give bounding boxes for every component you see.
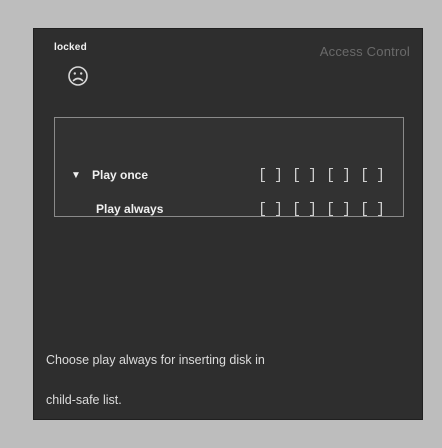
pin-slot[interactable]: [ ] <box>258 167 283 184</box>
pin-slot[interactable]: [ ] <box>292 167 317 184</box>
locked-status-label: locked <box>54 42 87 53</box>
pin-slot[interactable]: [ ] <box>326 201 351 218</box>
help-text: Choose play always for inserting disk in… <box>46 340 396 420</box>
pin-slot[interactable]: [ ] <box>360 167 385 184</box>
selected-indicator-icon: ▼ <box>71 169 81 181</box>
help-text-line-2: child-safe list. <box>46 393 122 407</box>
pin-slots: [ ] [ ] [ ] [ ] <box>258 167 385 184</box>
pin-slot[interactable]: [ ] <box>292 201 317 218</box>
option-play-always[interactable]: Play always [ ] [ ] [ ] [ ] <box>0 196 442 222</box>
pin-slot[interactable]: [ ] <box>326 167 351 184</box>
option-play-always-label: Play always <box>96 202 164 216</box>
screen-title: Access Control <box>319 44 410 59</box>
option-play-once[interactable]: ▼ Play once [ ] [ ] [ ] [ ] <box>0 162 442 188</box>
option-play-once-label: Play once <box>92 168 149 182</box>
pin-slots: [ ] [ ] [ ] [ ] <box>258 201 385 218</box>
help-text-line-1: Choose play always for inserting disk in <box>46 353 265 367</box>
pin-slot[interactable]: [ ] <box>360 201 385 218</box>
sad-face-icon <box>66 64 90 88</box>
pin-slot[interactable]: [ ] <box>258 201 283 218</box>
